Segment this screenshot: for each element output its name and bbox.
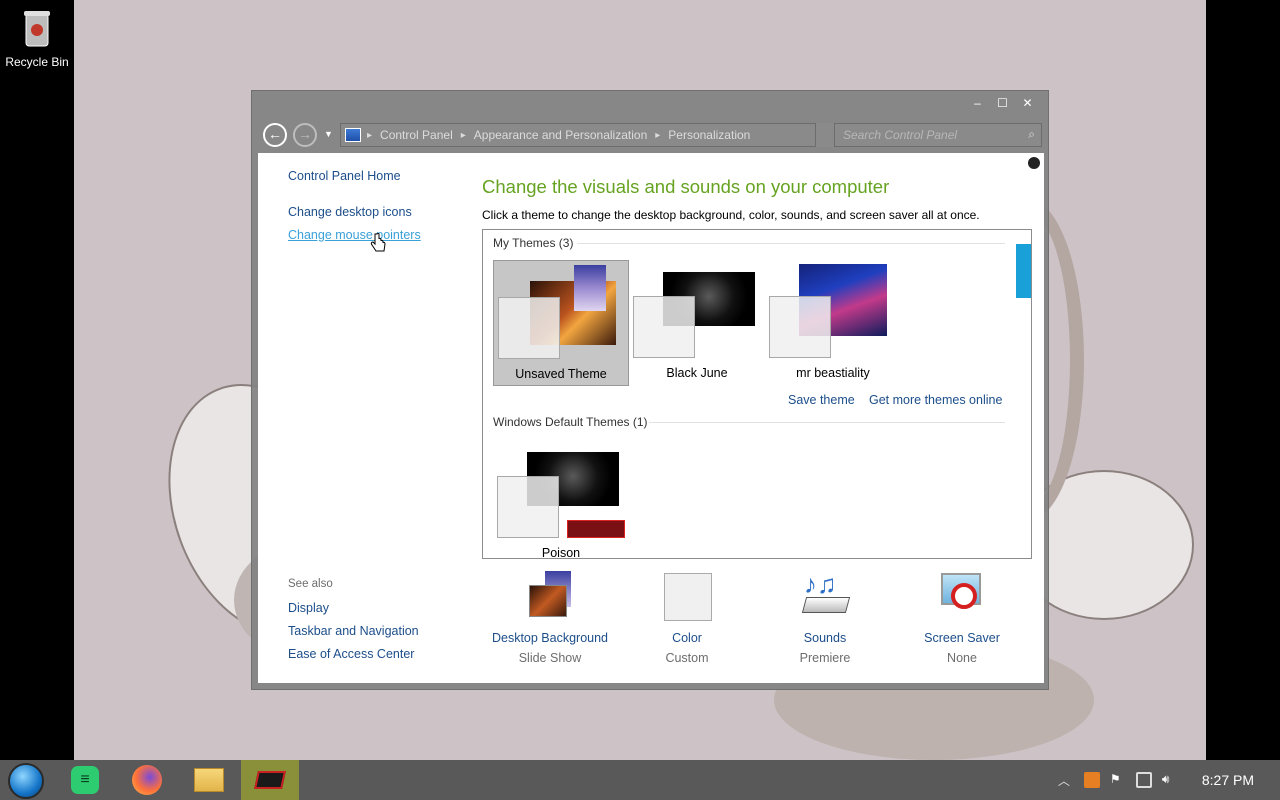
sidebar-change-desktop-icons[interactable]: Change desktop icons	[288, 205, 412, 219]
theme-settings-bar: Desktop Background Slide Show Color Cust…	[482, 571, 1032, 671]
see-also-ease-of-access[interactable]: Ease of Access Center	[288, 647, 414, 661]
screen-saver-item[interactable]: Screen Saver None	[894, 571, 1030, 665]
sounds-value: Premiere	[799, 651, 851, 665]
taskbar-graphics-app[interactable]	[241, 760, 299, 800]
desktop-background-value: Slide Show	[518, 651, 582, 665]
group-divider	[577, 243, 1005, 244]
arrow-right-icon: →	[298, 126, 312, 142]
screen-saver-icon	[937, 571, 987, 621]
search-icon[interactable]: ⌕	[1028, 127, 1035, 142]
network-icon[interactable]	[1135, 772, 1152, 788]
show-hidden-icons-icon[interactable]: ︿	[1058, 772, 1074, 788]
theme-unsaved-preview-alt	[574, 265, 606, 311]
recycle-bin-label: Recycle Bin	[5, 55, 69, 69]
back-button[interactable]: ←	[263, 123, 287, 147]
window-controls: – ☐ ✕	[965, 93, 1040, 113]
color-value: Custom	[665, 651, 709, 665]
graphics-app-icon	[254, 771, 286, 789]
screen-saver-label: Screen Saver	[924, 631, 1000, 645]
breadcrumb-separator-icon: ▸	[655, 129, 661, 141]
theme-mr-beastiality-name: mr beastiality	[796, 366, 870, 380]
theme-mr-beastiality-color	[769, 296, 831, 358]
theme-poison[interactable]: Poison	[493, 438, 629, 559]
screen-saver-value: None	[947, 651, 977, 665]
group-title-windows-default: Windows Default Themes (1)	[493, 415, 648, 429]
help-icon[interactable]	[1028, 157, 1040, 169]
search-placeholder: Search Control Panel	[843, 128, 958, 142]
content-pane: Control Panel Home Change desktop icons …	[258, 153, 1044, 683]
forward-button[interactable]: →	[293, 123, 317, 147]
start-button[interactable]	[8, 763, 44, 799]
desktop-background-icon	[525, 571, 575, 621]
taskbar-file-explorer[interactable]	[180, 760, 238, 800]
search-input[interactable]: Search Control Panel ⌕	[834, 123, 1042, 147]
breadcrumb-appearance[interactable]: Appearance and Personalization	[474, 128, 647, 142]
theme-list: My Themes (3) Unsaved Theme Black June m…	[482, 229, 1032, 559]
notes-app-icon: ≡	[71, 766, 99, 794]
get-more-themes-link[interactable]: Get more themes online	[869, 393, 1002, 407]
desktop-background-label: Desktop Background	[491, 631, 609, 645]
breadcrumb-separator-icon: ▸	[460, 129, 466, 141]
taskbar-clock[interactable]: 8:27 PM	[1202, 772, 1254, 788]
recycle-bin-shortcut[interactable]: Recycle Bin	[4, 8, 70, 69]
hand-cursor-icon	[370, 233, 386, 252]
recent-pages-dropdown[interactable]: ▼	[324, 129, 333, 139]
chevron-down-icon: ▼	[324, 129, 333, 139]
minimize-button[interactable]: –	[965, 93, 990, 113]
breadcrumb-personalization[interactable]: Personalization	[668, 128, 750, 142]
maximize-button[interactable]: ☐	[990, 93, 1015, 113]
arrow-left-icon: ←	[268, 126, 282, 142]
theme-black-june-name: Black June	[666, 366, 728, 380]
recycle-bin-icon	[24, 11, 50, 47]
page-subtitle: Click a theme to change the desktop back…	[482, 208, 980, 222]
theme-poison-name: Poison	[541, 546, 581, 559]
volume-icon[interactable]: 🔊︎	[1162, 772, 1178, 788]
theme-unsaved-color	[498, 297, 560, 359]
sidebar-change-mouse-pointers[interactable]: Change mouse pointers	[288, 228, 421, 242]
save-theme-link[interactable]: Save theme	[788, 393, 855, 407]
sounds-label: Sounds	[803, 631, 847, 645]
theme-unsaved[interactable]: Unsaved Theme	[493, 260, 629, 386]
group-title-my-themes: My Themes (3)	[493, 236, 574, 250]
theme-poison-logo	[567, 520, 625, 538]
see-also-taskbar-navigation[interactable]: Taskbar and Navigation	[288, 624, 419, 638]
navigation-bar: ← → ▼ ▸ Control Panel ▸ Appearance and P…	[262, 121, 1042, 147]
app-tray-icon[interactable]	[1083, 772, 1100, 788]
firefox-icon	[132, 765, 162, 795]
see-also-display[interactable]: Display	[288, 601, 329, 615]
taskbar: ≡ ︿ ⚑ 🔊︎ 8:27 PM	[0, 760, 1280, 800]
sounds-icon: ♪♫	[800, 571, 851, 621]
taskbar-firefox[interactable]	[118, 760, 176, 800]
page-title: Change the visuals and sounds on your co…	[482, 176, 890, 197]
group-divider	[649, 422, 1005, 423]
sounds-item[interactable]: ♪♫ Sounds Premiere	[757, 571, 893, 665]
system-tray: ︿ ⚑ 🔊︎ 8:27 PM	[1058, 760, 1280, 800]
color-label: Color	[672, 631, 702, 645]
address-bar[interactable]: ▸ Control Panel ▸ Appearance and Persona…	[340, 123, 830, 147]
scrollbar-thumb[interactable]	[1016, 244, 1031, 298]
personalization-window: – ☐ ✕ ← → ▼ ▸ Control Panel ▸ Appearance…	[251, 90, 1049, 690]
action-center-flag-icon[interactable]: ⚑	[1110, 772, 1126, 788]
theme-poison-color	[497, 476, 559, 538]
color-item[interactable]: Color Custom	[619, 571, 755, 665]
desktop-background-item[interactable]: Desktop Background Slide Show	[482, 571, 618, 665]
see-also-label: See also	[288, 578, 333, 590]
close-button[interactable]: ✕	[1015, 93, 1040, 113]
sidebar-control-panel-home[interactable]: Control Panel Home	[288, 169, 401, 183]
theme-mr-beastiality[interactable]: mr beastiality	[765, 260, 901, 386]
theme-unsaved-name: Unsaved Theme	[515, 367, 607, 381]
color-swatch-icon	[662, 571, 712, 621]
breadcrumb-separator-icon: ▸	[367, 129, 373, 141]
theme-black-june-color	[633, 296, 695, 358]
folder-icon	[194, 768, 224, 792]
theme-black-june[interactable]: Black June	[629, 260, 765, 386]
control-panel-icon	[345, 128, 361, 142]
breadcrumb-control-panel[interactable]: Control Panel	[380, 128, 453, 142]
taskbar-notes-app[interactable]: ≡	[56, 760, 114, 800]
